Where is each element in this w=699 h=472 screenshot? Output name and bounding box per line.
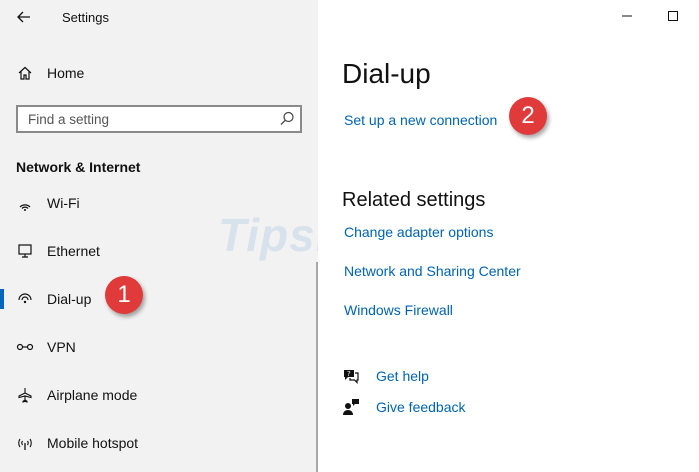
feedback-icon bbox=[342, 398, 360, 416]
sidebar-item-label: Mobile hotspot bbox=[47, 435, 139, 451]
sidebar-item-label: VPN bbox=[47, 339, 76, 355]
sidebar-item-home[interactable]: Home bbox=[0, 53, 318, 93]
annotation-badge-1: 1 bbox=[105, 276, 143, 314]
search-input[interactable] bbox=[18, 107, 278, 131]
help-chat-icon: ? bbox=[342, 367, 360, 385]
page-title: Dial-up bbox=[342, 58, 431, 89]
minimize-icon bbox=[622, 15, 632, 17]
sidebar-item-label: Airplane mode bbox=[47, 387, 138, 403]
sidebar-item-mobile-hotspot[interactable]: Mobile hotspot bbox=[0, 423, 318, 463]
back-button[interactable] bbox=[14, 8, 34, 26]
vpn-icon bbox=[15, 337, 35, 357]
change-adapter-options-link[interactable]: Change adapter options bbox=[344, 224, 493, 240]
dialup-icon bbox=[15, 289, 35, 309]
app-title: Settings bbox=[62, 10, 109, 25]
network-sharing-center-link[interactable]: Network and Sharing Center bbox=[344, 263, 521, 279]
get-help-link[interactable]: ? Get help bbox=[342, 364, 429, 388]
sidebar-item-vpn[interactable]: VPN bbox=[0, 327, 318, 367]
back-arrow-icon bbox=[17, 11, 30, 23]
give-feedback-link[interactable]: Give feedback bbox=[342, 395, 466, 419]
setup-connection-link[interactable]: Set up a new connection bbox=[344, 112, 497, 128]
svg-text:?: ? bbox=[347, 370, 351, 378]
sidebar-item-label: Dial-up bbox=[47, 291, 92, 307]
sidebar-item-label: Home bbox=[47, 65, 85, 81]
airplane-icon bbox=[15, 385, 35, 405]
maximize-icon bbox=[668, 11, 678, 21]
search-icon[interactable] bbox=[278, 110, 296, 128]
main-content: Dial-up Set up a new connection Related … bbox=[318, 0, 699, 472]
minimize-button[interactable] bbox=[604, 0, 650, 32]
maximize-button[interactable] bbox=[650, 0, 696, 32]
section-heading: Network & Internet bbox=[16, 159, 141, 175]
sidebar-item-airplane-mode[interactable]: Airplane mode bbox=[0, 375, 318, 415]
home-icon bbox=[15, 63, 35, 83]
get-help-label: Get help bbox=[376, 368, 429, 384]
windows-firewall-link[interactable]: Windows Firewall bbox=[344, 302, 453, 318]
sidebar-item-dialup[interactable]: Dial-up bbox=[0, 279, 318, 319]
sidebar-item-label: Wi-Fi bbox=[47, 195, 80, 211]
give-feedback-label: Give feedback bbox=[376, 399, 466, 415]
hotspot-icon bbox=[15, 433, 35, 453]
search-box bbox=[16, 105, 302, 133]
related-settings-heading: Related settings bbox=[342, 189, 486, 211]
sidebar-item-label: Ethernet bbox=[47, 243, 100, 259]
annotation-badge-2: 2 bbox=[509, 97, 547, 135]
ethernet-icon bbox=[15, 241, 35, 261]
wifi-icon bbox=[15, 193, 35, 213]
